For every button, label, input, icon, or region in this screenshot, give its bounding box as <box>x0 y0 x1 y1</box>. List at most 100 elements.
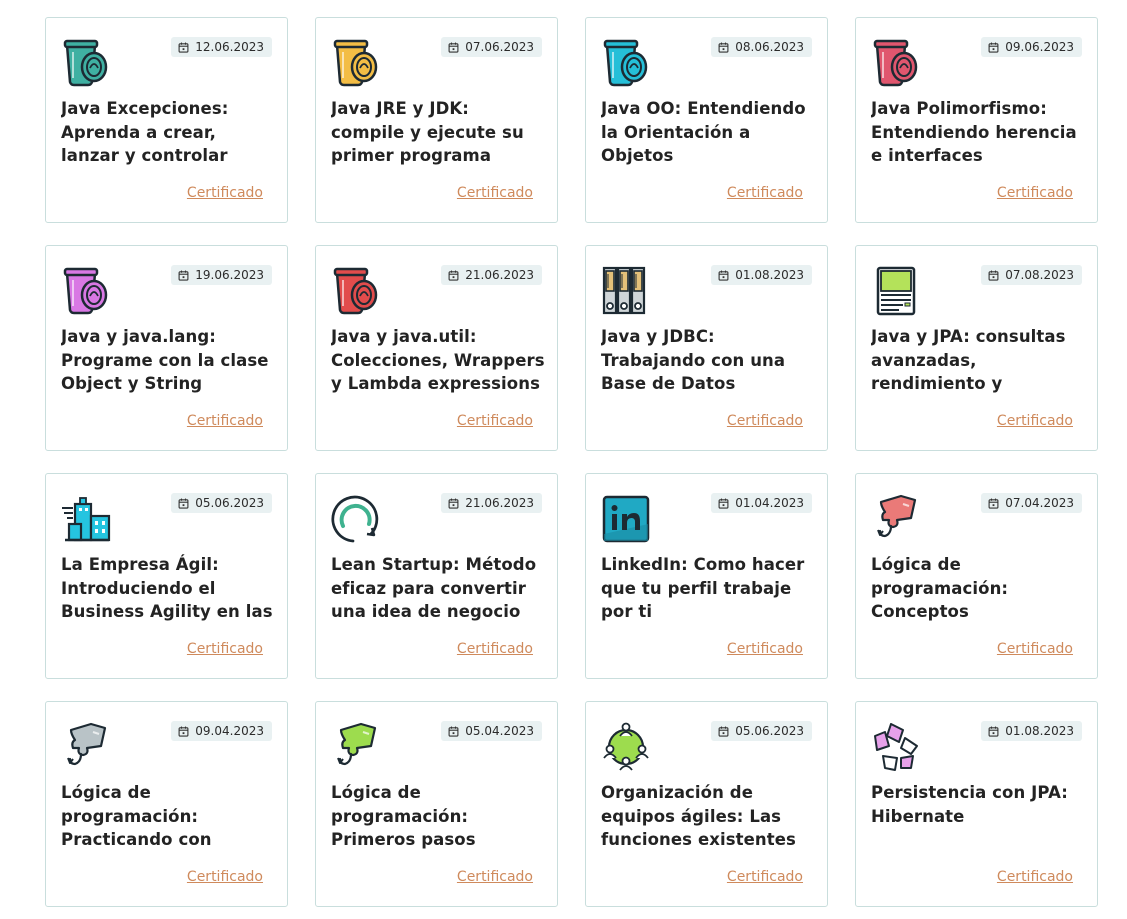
certificate-link[interactable]: Certificado <box>187 413 263 429</box>
course-card[interactable]: 07.08.2023 Java y JPA: consultas avanzad… <box>855 245 1098 451</box>
cycle-icon <box>331 494 381 544</box>
certificate-link[interactable]: Certificado <box>997 641 1073 657</box>
course-date: 09.04.2023 <box>195 724 264 738</box>
course-date: 01.08.2023 <box>1005 724 1074 738</box>
course-card[interactable]: 01.04.2023 LinkedIn: Como hacer que tu p… <box>585 473 828 679</box>
date-badge: 09.06.2023 <box>981 37 1082 57</box>
date-badge: 19.06.2023 <box>171 265 272 285</box>
certificate-link[interactable]: Certificado <box>457 641 533 657</box>
course-card[interactable]: 01.08.2023 Java y JDBC: Trabajando con u… <box>585 245 828 451</box>
cup-magenta-icon <box>61 266 111 316</box>
course-title: LinkedIn: Como hacer que tu perfil traba… <box>601 555 805 621</box>
calendar-icon <box>448 726 459 737</box>
date-badge: 07.06.2023 <box>441 37 542 57</box>
date-badge: 05.06.2023 <box>171 493 272 513</box>
date-badge: 21.06.2023 <box>441 265 542 285</box>
course-card[interactable]: 09.06.2023 Java Polimorfismo: Entendiend… <box>855 17 1098 223</box>
course-card[interactable]: 21.06.2023 Java y java.util: Colecciones… <box>315 245 558 451</box>
course-date: 08.06.2023 <box>735 40 804 54</box>
team-icon <box>601 722 651 772</box>
calendar-icon <box>448 42 459 53</box>
certificate-link[interactable]: Certificado <box>187 641 263 657</box>
course-title: Lógica de programación: Practicando con … <box>61 783 212 849</box>
server-icon <box>871 266 921 316</box>
course-date: 05.04.2023 <box>465 724 534 738</box>
cup-red-icon <box>331 266 381 316</box>
course-title: Java y JDBC: Trabajando con una Base de … <box>601 327 786 393</box>
date-badge: 07.04.2023 <box>981 493 1082 513</box>
course-title: Java Polimorfismo: Entendiendo herencia … <box>871 99 1077 165</box>
certificate-link[interactable]: Certificado <box>187 869 263 885</box>
date-badge: 21.06.2023 <box>441 493 542 513</box>
calendar-icon <box>988 498 999 509</box>
certificate-link[interactable]: Certificado <box>727 869 803 885</box>
certificate-link[interactable]: Certificado <box>187 185 263 201</box>
cup-yellow-icon <box>331 38 381 88</box>
course-card[interactable]: 05.04.2023 Lógica de programación: Prime… <box>315 701 558 907</box>
course-date: 09.06.2023 <box>1005 40 1074 54</box>
calendar-icon <box>178 42 189 53</box>
certificate-link[interactable]: Certificado <box>997 185 1073 201</box>
calendar-icon <box>718 270 729 281</box>
course-date: 01.08.2023 <box>735 268 804 282</box>
date-badge: 07.08.2023 <box>981 265 1082 285</box>
calendar-icon <box>718 42 729 53</box>
date-badge: 05.06.2023 <box>711 721 812 741</box>
certificate-link[interactable]: Certificado <box>457 869 533 885</box>
course-title: Java JRE y JDK: compile y ejecute su pri… <box>331 99 524 165</box>
calendar-icon <box>178 270 189 281</box>
certificate-link[interactable]: Certificado <box>997 869 1073 885</box>
course-grid: 12.06.2023 Java Excepciones: Aprenda a c… <box>45 17 1098 907</box>
course-date: 21.06.2023 <box>465 496 534 510</box>
calendar-icon <box>178 726 189 737</box>
certificate-link[interactable]: Certificado <box>457 185 533 201</box>
calendar-icon <box>718 726 729 737</box>
date-badge: 05.04.2023 <box>441 721 542 741</box>
course-title: Lógica de programación: Primeros pasos <box>331 783 476 849</box>
calendar-icon <box>988 42 999 53</box>
course-title: Java y java.lang: Programe con la clase … <box>61 327 269 393</box>
date-badge: 08.06.2023 <box>711 37 812 57</box>
course-date: 07.04.2023 <box>1005 496 1074 510</box>
course-card[interactable]: 08.06.2023 Java OO: Entendiendo la Orien… <box>585 17 828 223</box>
buildings-icon <box>61 494 111 544</box>
course-card[interactable]: 05.06.2023 La Empresa Ágil: Introduciend… <box>45 473 288 679</box>
course-card[interactable]: 19.06.2023 Java y java.lang: Programe co… <box>45 245 288 451</box>
course-title: Lean Startup: Método eficaz para convert… <box>331 555 537 621</box>
calendar-icon <box>448 270 459 281</box>
certificate-link[interactable]: Certificado <box>997 413 1073 429</box>
date-badge: 09.04.2023 <box>171 721 272 741</box>
calendar-icon <box>988 270 999 281</box>
course-card[interactable]: 01.08.2023 Persistencia con JPA: Hiberna… <box>855 701 1098 907</box>
course-title: Organización de equipos ágiles: Las func… <box>601 783 796 849</box>
puzzle-green-icon <box>331 722 381 772</box>
calendar-icon <box>448 498 459 509</box>
course-card[interactable]: 07.04.2023 Lógica de programación: Conce… <box>855 473 1098 679</box>
calendar-icon <box>988 726 999 737</box>
puzzle-salmon-icon <box>871 494 921 544</box>
course-title: Java y JPA: consultas avanzadas, rendimi… <box>871 327 1066 393</box>
course-card[interactable]: 07.06.2023 Java JRE y JDK: compile y eje… <box>315 17 558 223</box>
calendar-icon <box>718 498 729 509</box>
course-title: Java y java.util: Colecciones, Wrappers … <box>331 327 545 393</box>
course-title: Java OO: Entendiendo la Orientación a Ob… <box>601 99 806 165</box>
course-card[interactable]: 09.04.2023 Lógica de programación: Pract… <box>45 701 288 907</box>
course-date: 07.08.2023 <box>1005 268 1074 282</box>
course-date: 07.06.2023 <box>465 40 534 54</box>
course-title: La Empresa Ágil: Introduciendo el Busine… <box>61 555 273 621</box>
course-card[interactable]: 05.06.2023 Organización de equipos ágile… <box>585 701 828 907</box>
course-date: 05.06.2023 <box>195 496 264 510</box>
course-card[interactable]: 21.06.2023 Lean Startup: Método eficaz p… <box>315 473 558 679</box>
certificate-link[interactable]: Certificado <box>727 413 803 429</box>
course-date: 12.06.2023 <box>195 40 264 54</box>
course-card[interactable]: 12.06.2023 Java Excepciones: Aprenda a c… <box>45 17 288 223</box>
course-title: Persistencia con JPA: Hibernate <box>871 783 1068 826</box>
date-badge: 12.06.2023 <box>171 37 272 57</box>
course-date: 01.04.2023 <box>735 496 804 510</box>
certificate-link[interactable]: Certificado <box>727 185 803 201</box>
certificate-link[interactable]: Certificado <box>727 641 803 657</box>
cup-pink-icon <box>871 38 921 88</box>
certificate-link[interactable]: Certificado <box>457 413 533 429</box>
course-date: 19.06.2023 <box>195 268 264 282</box>
binders-icon <box>601 266 651 316</box>
